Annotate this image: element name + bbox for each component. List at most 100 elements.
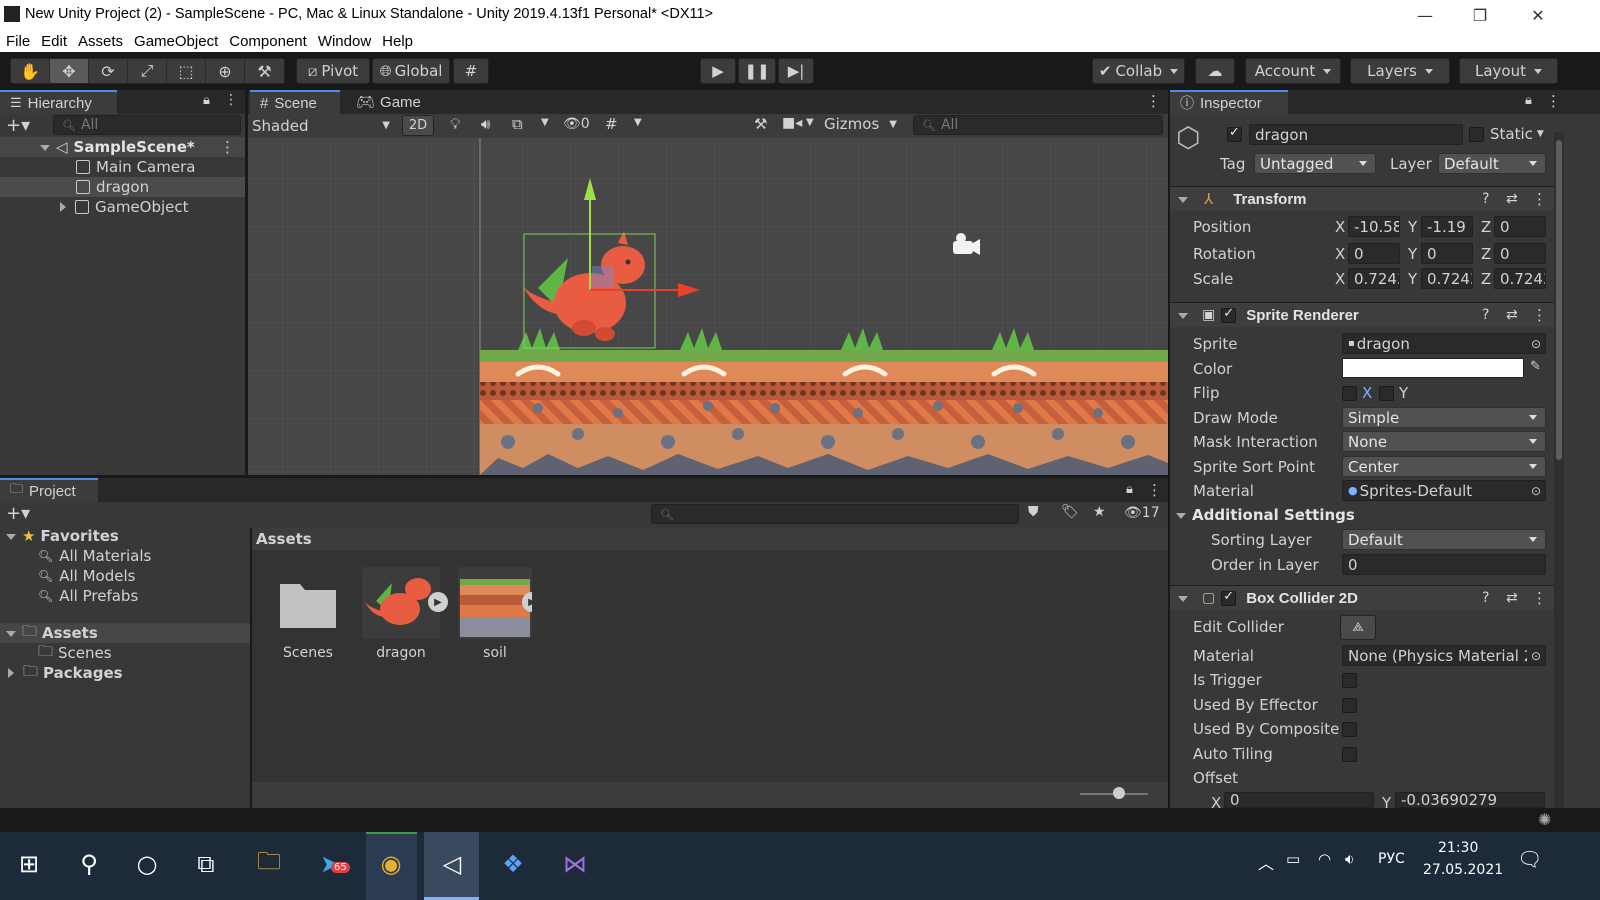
used-by-effector-checkbox[interactable] xyxy=(1342,698,1357,713)
tab-game[interactable]: 🎮︎ Game xyxy=(346,90,426,114)
visual-studio-icon[interactable]: ⋈ xyxy=(557,846,593,882)
gizmos-dropdown[interactable]: Gizmos ▼ xyxy=(824,115,897,133)
layout-dropdown[interactable]: Layout xyxy=(1459,58,1558,84)
position-x-input[interactable]: -10.58 xyxy=(1348,216,1400,237)
position-z-input[interactable]: 0 xyxy=(1494,216,1546,237)
chevron-down-icon[interactable]: ▼ xyxy=(806,117,814,128)
eyedropper-icon[interactable]: ✎ xyxy=(1530,359,1541,374)
rect-tool-icon[interactable]: ⬚ xyxy=(167,59,206,83)
transform-header[interactable]: ⅄ Transform ? ⇄ ⋮ xyxy=(1170,186,1555,211)
task-view-icon[interactable]: ⧉ xyxy=(188,846,224,882)
chevron-down-icon[interactable]: ▼ xyxy=(634,117,642,128)
static-dropdown[interactable]: Static ▼ xyxy=(1490,125,1544,143)
help-icon[interactable]: ? xyxy=(1482,590,1489,606)
scrollbar-thumb[interactable] xyxy=(1556,140,1562,460)
menu-file[interactable]: File xyxy=(6,33,30,50)
offset-x-input[interactable]: 0 xyxy=(1224,792,1374,808)
clock-time[interactable]: 21:30 xyxy=(1438,840,1478,856)
flip-y-checkbox[interactable] xyxy=(1379,386,1394,401)
tree-all-prefabs[interactable]: 🔍︎ All Prefabs xyxy=(0,586,138,606)
expand-play-icon[interactable]: ▶ xyxy=(428,592,448,612)
scene-menu-icon[interactable]: ⋮ xyxy=(1146,92,1161,110)
sprite-field[interactable]: ▪ dragon ⊙ xyxy=(1342,333,1546,354)
rotation-y-input[interactable]: 0 xyxy=(1421,243,1473,264)
hand-tool-icon[interactable]: ✋ xyxy=(11,59,50,83)
object-picker-icon[interactable]: ⊙ xyxy=(1531,484,1541,498)
tab-scene[interactable]: # Scene xyxy=(250,90,340,114)
tree-all-materials[interactable]: 🔍︎ All Materials xyxy=(0,546,151,566)
tab-hierarchy[interactable]: ☰ Hierarchy xyxy=(0,90,117,114)
scale-x-input[interactable]: 0.7243 xyxy=(1348,268,1400,289)
sorting-layer-dropdown[interactable]: Default xyxy=(1342,529,1546,550)
mask-interaction-dropdown[interactable]: None xyxy=(1342,431,1546,452)
effects-icon[interactable]: ⧉ xyxy=(512,115,523,133)
cloud-button[interactable]: ☁ xyxy=(1195,58,1235,84)
chevron-down-icon[interactable]: ▼ xyxy=(541,117,549,128)
tab-project[interactable]: 🗀 Project xyxy=(0,478,98,502)
physics-material-field[interactable]: None (Physics Material 2D)⊙ xyxy=(1342,645,1546,666)
scale-y-input[interactable]: 0.7243 xyxy=(1421,268,1473,289)
language-indicator[interactable]: РУС xyxy=(1378,851,1405,867)
menu-assets[interactable]: Assets xyxy=(78,33,123,50)
tree-all-models[interactable]: 🔍︎ All Models xyxy=(0,566,135,586)
tools-icon[interactable]: ⚒ xyxy=(754,115,767,133)
sort-point-dropdown[interactable]: Center xyxy=(1342,456,1546,477)
file-explorer-icon[interactable]: 🗀 xyxy=(251,846,287,882)
used-by-composite-checkbox[interactable] xyxy=(1342,722,1357,737)
box-collider-enabled-checkbox[interactable] xyxy=(1221,589,1237,606)
edit-collider-button[interactable]: ⟁ xyxy=(1340,615,1376,640)
offset-y-input[interactable]: -0.03690279 xyxy=(1395,792,1545,808)
play-button[interactable]: ▶ xyxy=(700,58,736,84)
custom-tool-icon[interactable]: ⚒ xyxy=(245,59,284,83)
volume-icon[interactable]: 🔉︎ xyxy=(1345,850,1354,868)
grid-icon[interactable]: # xyxy=(605,115,618,133)
kebab-menu-icon[interactable]: ⋮ xyxy=(1147,481,1162,499)
pivot-toggle[interactable]: ⧄ Pivot xyxy=(296,58,370,84)
hidden-packages-toggle[interactable]: 👁︎ 17 xyxy=(1124,505,1160,521)
tree-packages[interactable]: 🗀 Packages xyxy=(0,662,123,683)
add-icon[interactable]: +▾ xyxy=(6,115,30,136)
menu-edit[interactable]: Edit xyxy=(41,33,67,50)
maximize-icon[interactable]: ❐ xyxy=(1469,4,1491,26)
kebab-menu-icon[interactable]: ⋮ xyxy=(224,92,238,108)
hierarchy-item-dragon[interactable]: dragon xyxy=(0,177,245,197)
tray-chevron-icon[interactable]: ︿ xyxy=(1258,850,1274,874)
hierarchy-item-gameobject[interactable]: GameObject xyxy=(0,197,189,217)
rotation-x-input[interactable]: 0 xyxy=(1348,243,1400,264)
grid-snap-button[interactable]: # xyxy=(453,58,489,84)
menu-window[interactable]: Window xyxy=(318,33,371,50)
2d-toggle[interactable]: 2D xyxy=(402,115,434,136)
tag-dropdown[interactable]: Untagged xyxy=(1254,153,1376,174)
shading-mode-dropdown[interactable]: Shaded ▼ xyxy=(252,115,392,136)
minimize-icon[interactable]: — xyxy=(1414,4,1436,26)
account-dropdown[interactable]: Account xyxy=(1245,58,1341,84)
static-checkbox[interactable] xyxy=(1469,127,1484,142)
pause-button[interactable]: ❚❚ xyxy=(738,58,776,84)
box-collider-header[interactable]: ▢ Box Collider 2D ? ⇄ ⋮ xyxy=(1170,585,1555,610)
step-button[interactable]: ▶| xyxy=(778,58,814,84)
object-name-input[interactable]: dragon xyxy=(1249,124,1463,145)
layers-dropdown[interactable]: Layers xyxy=(1350,58,1450,84)
presets-icon[interactable]: ⇄ xyxy=(1506,590,1518,606)
sprite-renderer-enabled-checkbox[interactable] xyxy=(1221,306,1237,323)
lock-icon[interactable]: 🔒︎ xyxy=(1126,482,1133,497)
add-icon[interactable]: +▾ xyxy=(6,503,30,524)
order-in-layer-input[interactable]: 0 xyxy=(1342,554,1546,575)
sprite-renderer-header[interactable]: ▣ Sprite Renderer ? ⇄ ⋮ xyxy=(1170,302,1555,327)
presets-icon[interactable]: ⇄ xyxy=(1506,307,1518,323)
rotation-z-input[interactable]: 0 xyxy=(1494,243,1546,264)
additional-settings-foldout[interactable]: Additional Settings xyxy=(1176,506,1355,524)
move-tool-icon[interactable]: ✥ xyxy=(50,59,89,83)
layer-dropdown[interactable]: Default xyxy=(1438,153,1546,174)
menu-component[interactable]: Component xyxy=(229,33,307,50)
object-picker-icon[interactable]: ⊙ xyxy=(1531,337,1541,351)
davinci-icon[interactable]: ❖ xyxy=(495,846,531,882)
wifi-icon[interactable]: ◠ xyxy=(1318,850,1331,868)
scene-menu-icon[interactable]: ⋮ xyxy=(220,138,235,156)
object-picker-icon[interactable]: ⊙ xyxy=(1530,648,1541,663)
asset-scenes-folder-icon[interactable] xyxy=(278,578,338,630)
hierarchy-search[interactable]: 🔍︎ All xyxy=(53,115,241,135)
lock-icon[interactable]: 🔒︎ xyxy=(1525,93,1532,108)
menu-gameobject[interactable]: GameObject xyxy=(134,33,218,50)
material-field[interactable]: ● Sprites-Default ⊙ xyxy=(1342,480,1546,501)
